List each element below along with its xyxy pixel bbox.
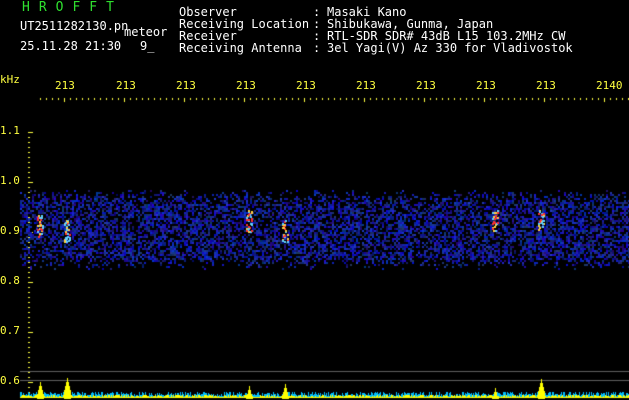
meteor-label: meteor [124,25,168,39]
y-tick-label: 1.0 [0,174,20,187]
y-tick-label: 0.6 [0,374,20,387]
antenna-value: 3el Yagi(V) Az 330 for Vladivostok [327,41,573,55]
y-tick-label: 0.8 [0,274,20,287]
x-tick-label: 213 [55,79,75,92]
x-tick-label: 213 [116,79,136,92]
x-tick-label: 213 [176,79,196,92]
y-tick-label: 0.7 [0,324,20,337]
y-tick-label: 1.1 [0,124,20,137]
datetime-label: 25.11.28 21:30 [20,39,122,53]
y-axis-unit: kHz [0,73,20,86]
count-label: 9_ [140,39,155,53]
x-tick-label: 213 [476,79,496,92]
brand-title: HROFFT [22,0,123,15]
antenna-label: Receiving Antenna [179,41,302,55]
x-tick-label: 213 [236,79,256,92]
x-tick-label: 2140 [596,79,623,92]
x-tick-label: 213 [356,79,376,92]
x-tick-label: 213 [296,79,316,92]
x-tick-label: 213 [536,79,556,92]
x-tick-label: 213 [416,79,436,92]
spectrogram-canvas [0,0,629,400]
file-name: UT2511282130.pn [20,19,129,33]
y-tick-label: 0.9 [0,224,20,237]
antenna-colon: : [313,41,321,55]
